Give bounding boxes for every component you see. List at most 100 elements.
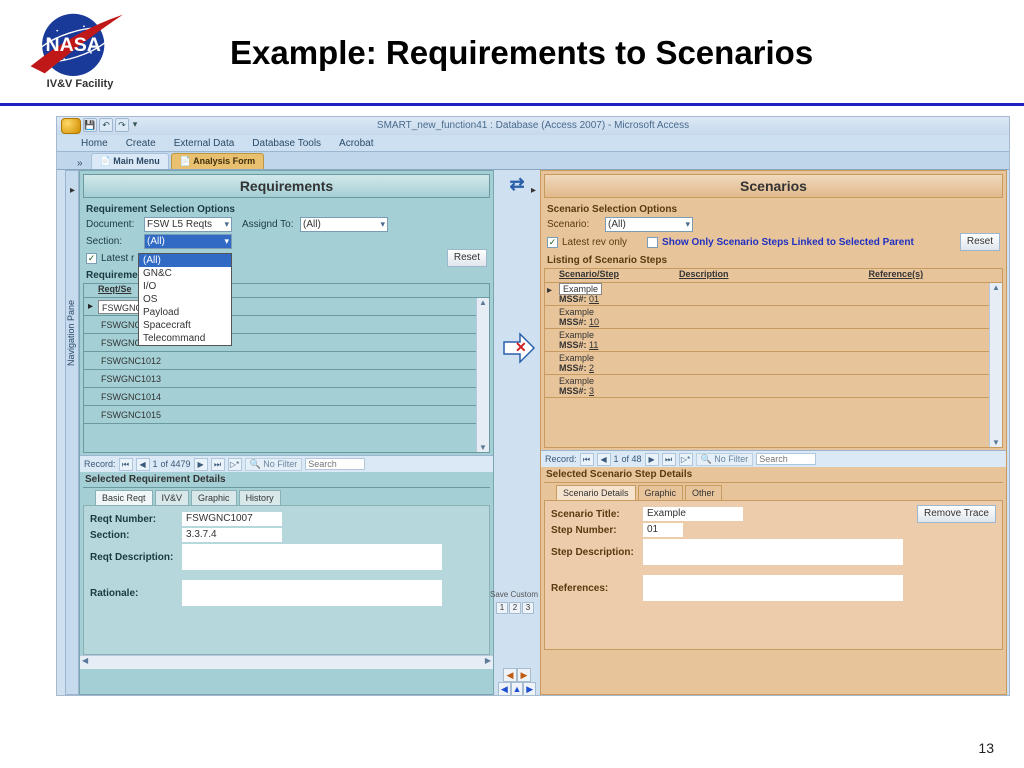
ribbon-tab-home[interactable]: Home — [81, 138, 108, 149]
section-option[interactable]: Telecommand — [139, 332, 231, 345]
scenarios-list: Scenario/Step Description Reference(s) ▸… — [544, 268, 1003, 448]
nav-pad: ◀▶ ◀▲▶ — [498, 668, 536, 696]
section-detail-field[interactable]: 3.3.7.4 — [182, 528, 282, 542]
nav-search-input[interactable] — [756, 453, 816, 465]
nav-last-icon[interactable]: ⏭ — [662, 453, 676, 466]
list-item[interactable]: FSWGNC1013 — [98, 372, 192, 386]
nav-filter[interactable]: 🔍 No Filter — [245, 458, 303, 471]
tab-graphic[interactable]: Graphic — [191, 490, 237, 505]
nav-new-icon[interactable]: ▷* — [679, 453, 693, 466]
ribbon-tab-create[interactable]: Create — [126, 138, 156, 149]
document-select[interactable]: FSW L5 Reqts▾ — [144, 217, 232, 232]
navpad-up[interactable]: ▲ — [511, 682, 524, 696]
slide-title: Example: Requirements to Scenarios — [230, 34, 813, 72]
navpad-b[interactable]: ▶ — [517, 668, 531, 682]
custom-btn-1[interactable]: 1 — [496, 602, 508, 614]
nav-next-icon[interactable]: ▶ — [645, 453, 659, 466]
req-col-header: Reqt/Se — [98, 284, 132, 297]
nav-first-icon[interactable]: ⏮ — [119, 458, 133, 471]
sync-icon[interactable]: ⇄ — [509, 174, 524, 195]
list-item[interactable]: FSWGNC1012 — [98, 354, 192, 368]
ribbon-tab-acrobat[interactable]: Acrobat — [339, 138, 373, 149]
tab-graphic-scn[interactable]: Graphic — [638, 485, 684, 500]
section-detail-label: Section: — [90, 530, 176, 541]
tab-basic-reqt[interactable]: Basic Reqt — [95, 490, 153, 505]
rationale-field[interactable] — [182, 580, 442, 606]
assigned-label: Assignd To: — [242, 219, 296, 230]
section-option[interactable]: OS — [139, 293, 231, 306]
list-item[interactable]: ExampleMSS#: 01 — [545, 283, 1002, 306]
rationale-label: Rationale: — [90, 588, 176, 599]
nav-prev-icon[interactable]: ◀ — [136, 458, 150, 471]
transfer-arrow-icon[interactable]: ✕ — [500, 330, 536, 369]
svg-text:NASA: NASA — [46, 34, 101, 56]
row-selector-icon[interactable]: ▸ — [88, 301, 98, 312]
nav-prev-icon[interactable]: ◀ — [597, 453, 611, 466]
latest-rev-checkbox-scn[interactable]: ✓ — [547, 237, 558, 248]
req-details: Selected Requirement Details ▸ Basic Req… — [83, 472, 490, 655]
nav-search-input[interactable] — [305, 458, 365, 470]
latest-rev-checkbox[interactable]: ✓ — [86, 253, 97, 264]
step-desc-field[interactable] — [643, 539, 903, 565]
section-option[interactable]: GN&C — [139, 267, 231, 280]
req-reset-button[interactable]: Reset — [447, 249, 487, 267]
section-option[interactable]: Payload — [139, 306, 231, 319]
reqt-number-field[interactable]: FSWGNC1007 — [182, 512, 282, 526]
references-field[interactable] — [643, 575, 903, 601]
nav-next-icon[interactable]: ▶ — [194, 458, 208, 471]
qat-redo-icon[interactable]: ↷ — [115, 118, 129, 132]
nav-last-icon[interactable]: ⏭ — [211, 458, 225, 471]
nav-new-icon[interactable]: ▷* — [228, 458, 242, 471]
scn-details: Selected Scenario Step Details ▸ Scenari… — [544, 467, 1003, 650]
list-item[interactable]: ExampleMSS#: 2 — [545, 352, 1002, 375]
navpad-right[interactable]: ▶ — [523, 682, 536, 696]
scenario-title-label: Scenario Title: — [551, 509, 637, 520]
custom-btn-3[interactable]: 3 — [522, 602, 534, 614]
ribbon-tab-dbtools[interactable]: Database Tools — [252, 138, 321, 149]
section-select[interactable]: (All)▾ — [144, 234, 232, 249]
list-item[interactable]: FSWGNC1015 — [98, 408, 192, 422]
step-number-field[interactable]: 01 — [643, 523, 683, 537]
nav-first-icon[interactable]: ⏮ — [580, 453, 594, 466]
scrollbar-vertical[interactable] — [989, 283, 1002, 447]
tab-other[interactable]: Other — [685, 485, 722, 500]
tab-history[interactable]: History — [239, 490, 281, 505]
reqt-desc-field[interactable] — [182, 544, 442, 570]
assigned-select[interactable]: (All)▾ — [300, 217, 388, 232]
remove-trace-button[interactable]: Remove Trace — [917, 505, 996, 523]
scn-reset-button[interactable]: Reset — [960, 233, 1000, 251]
scrollbar-vertical[interactable] — [476, 298, 489, 452]
step-number-label: Step Number: — [551, 525, 637, 536]
tab-main-menu[interactable]: 📄 Main Menu — [91, 153, 169, 169]
section-option[interactable]: (All) — [139, 254, 231, 267]
office-button-icon[interactable] — [61, 118, 81, 134]
tab-ivv[interactable]: IV&V — [155, 490, 190, 505]
tab-analysis-form[interactable]: 📄 Analysis Form — [171, 153, 264, 169]
scenario-title-field[interactable]: Example — [643, 507, 743, 521]
list-item[interactable]: ExampleMSS#: 10 — [545, 306, 1002, 329]
ribbon-tab-external[interactable]: External Data — [174, 138, 235, 149]
tab-scenario-details[interactable]: Scenario Details — [556, 485, 636, 500]
navigation-pane[interactable]: Navigation Pane — [65, 170, 79, 695]
navpad-left[interactable]: ◀ — [498, 682, 511, 696]
custom-btn-2[interactable]: 2 — [509, 602, 521, 614]
req-details-heading: Selected Requirement Details — [83, 472, 490, 488]
list-item[interactable]: ExampleMSS#: 3 — [545, 375, 1002, 398]
row-selector-icon[interactable]: ▸ — [547, 285, 552, 296]
navpad-a[interactable]: ◀ — [503, 668, 517, 682]
qat-undo-icon[interactable]: ↶ — [99, 118, 113, 132]
qat-customize-icon[interactable]: ▾ — [131, 118, 139, 132]
scrollbar-horizontal[interactable]: ◀▶ — [80, 655, 493, 669]
nav-filter[interactable]: 🔍 No Filter — [696, 453, 754, 466]
show-only-checkbox[interactable] — [647, 237, 658, 248]
section-option[interactable]: Spacecraft — [139, 319, 231, 332]
scenario-select[interactable]: (All)▾ — [605, 217, 693, 232]
scn-details-heading: Selected Scenario Step Details — [544, 467, 1003, 483]
step-desc-label: Step Description: — [551, 547, 637, 558]
list-item[interactable]: FSWGNC1014 — [98, 390, 192, 404]
show-only-label: Show Only Scenario Steps Linked to Selec… — [662, 237, 914, 248]
section-option[interactable]: I/O — [139, 280, 231, 293]
list-item[interactable]: ExampleMSS#: 11 — [545, 329, 1002, 352]
nav-pane-toggle-icon[interactable]: » — [77, 158, 89, 169]
qat-save-icon[interactable]: 💾 — [83, 118, 97, 132]
